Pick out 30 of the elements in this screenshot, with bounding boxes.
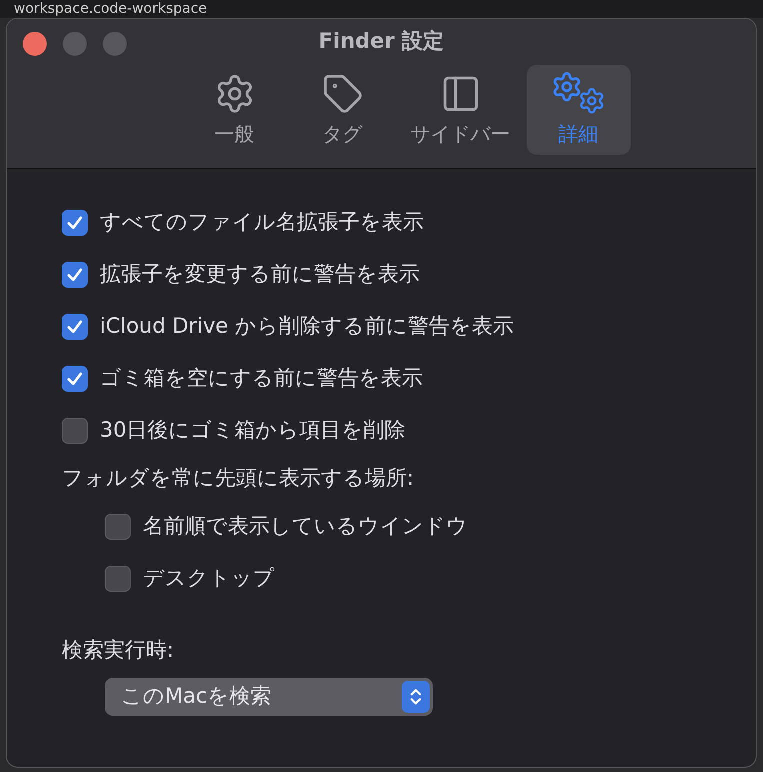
checkbox-label: 30日後にゴミ箱から項目を削除 <box>100 417 406 444</box>
checkbox-label: すべてのファイル名拡張子を表示 <box>100 209 424 236</box>
toolbar-tab[interactable]: サイドバー <box>398 65 522 155</box>
checkbox-label: デスクトップ <box>143 564 275 592</box>
checkbox-label: 名前順で表示しているウインドウ <box>143 512 468 540</box>
checkmark-icon <box>66 318 84 336</box>
checkbox[interactable] <box>62 314 88 340</box>
checkbox-label: ゴミ箱を空にする前に警告を表示 <box>100 365 423 392</box>
checkbox-label: 拡張子を変更する前に警告を表示 <box>100 261 420 288</box>
checkbox[interactable] <box>62 210 88 236</box>
background-file-name: workspace.code-workspace <box>0 0 763 18</box>
checkmark-icon <box>66 370 84 388</box>
checkbox[interactable] <box>62 418 88 444</box>
checkbox[interactable] <box>62 366 88 392</box>
window-title: Finder 設定 <box>318 28 444 56</box>
checkmark-icon <box>66 214 84 232</box>
toolbar-tab[interactable]: 詳細 <box>526 65 630 155</box>
tag-icon <box>322 73 364 115</box>
checkbox[interactable] <box>105 566 131 592</box>
up-down-icon <box>402 681 430 713</box>
section-label: 検索実行時: <box>62 636 176 664</box>
toolbar-tab[interactable]: 一般 <box>182 65 286 155</box>
toolbar-tab[interactable]: タグ <box>290 65 394 155</box>
checkbox-label: iCloud Drive から削除する前に警告を表示 <box>100 313 514 340</box>
checkbox[interactable] <box>105 514 131 540</box>
search-scope-popup[interactable]: このMacを検索 <box>105 678 433 716</box>
checkbox[interactable] <box>62 262 88 288</box>
close-button[interactable] <box>23 32 47 56</box>
checkmark-icon <box>66 266 84 284</box>
section-label: フォルダを常に先頭に表示する場所: <box>62 465 416 492</box>
